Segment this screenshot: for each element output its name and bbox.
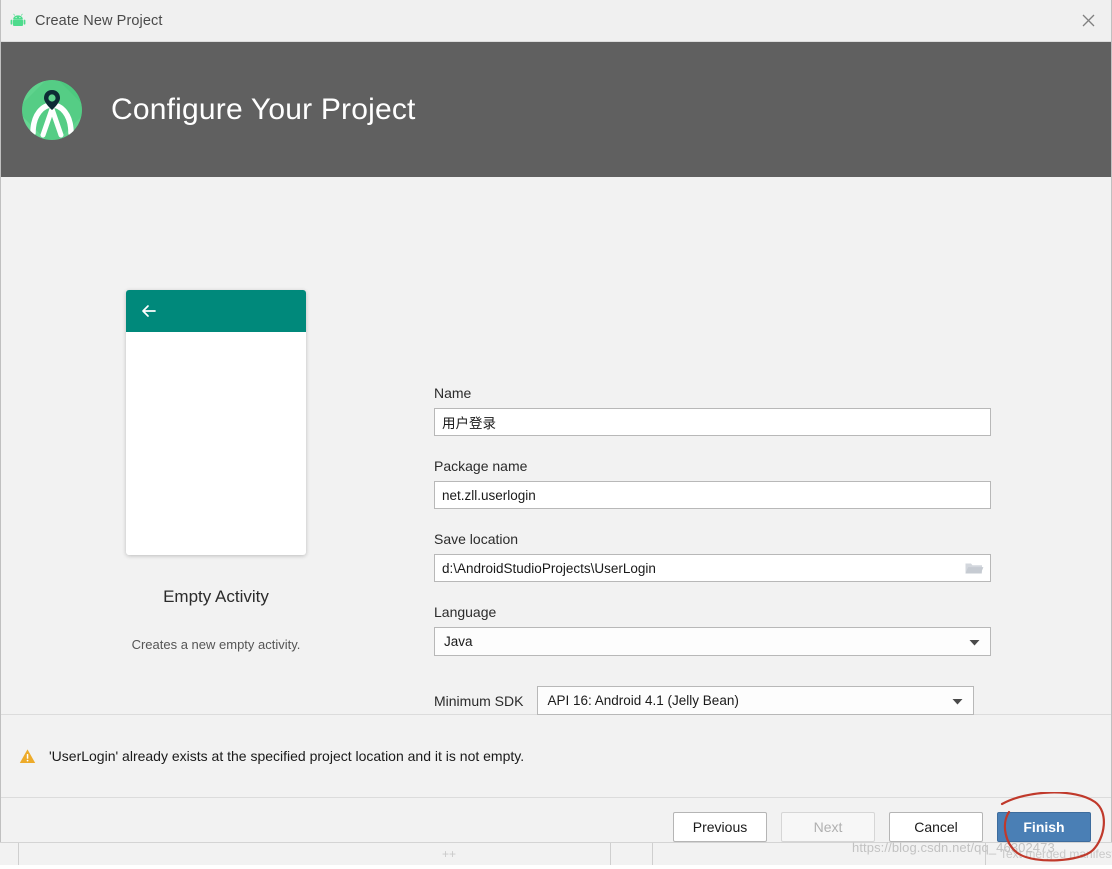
background-divider [610, 843, 611, 865]
cancel-button[interactable]: Cancel [889, 812, 983, 842]
android-studio-logo-icon [21, 79, 83, 141]
save-location-input[interactable]: d:\AndroidStudioProjects\UserLogin [434, 554, 991, 582]
activity-preview-card [126, 290, 306, 555]
background-divider [18, 843, 19, 865]
template-preview-panel: Empty Activity Creates a new empty activ… [1, 177, 431, 652]
background-divider [652, 843, 653, 865]
create-new-project-dialog: Create New Project Configure Your Projec… [0, 0, 1112, 856]
name-input-value: 用户登录 [442, 416, 496, 431]
minimum-sdk-label: Minimum SDK [434, 692, 524, 709]
chevron-down-icon [952, 693, 963, 708]
package-name-input[interactable]: net.zll.userlogin [434, 481, 991, 509]
preview-appbar [126, 290, 306, 332]
chevron-down-icon [969, 634, 980, 649]
previous-button[interactable]: Previous [673, 812, 767, 842]
dialog-body: Empty Activity Creates a new empty activ… [1, 177, 1111, 806]
language-select[interactable]: Java [434, 627, 991, 656]
save-location-input-value: d:\AndroidStudioProjects\UserLogin [442, 560, 656, 576]
warning-triangle-icon [19, 748, 36, 765]
minimum-sdk-select-value: API 16: Android 4.1 (Jelly Bean) [547, 693, 739, 708]
watermark-text: https://blog.csdn.net/qq_46302473 [852, 840, 1055, 855]
finish-button[interactable]: Finish [997, 812, 1091, 842]
template-description: Creates a new empty activity. [131, 637, 301, 652]
next-button: Next [781, 812, 875, 842]
package-name-label: Package name [434, 458, 528, 474]
folder-icon[interactable] [964, 560, 984, 576]
project-config-form: Name 用户登录 Package name net.zll.userlogin… [434, 177, 994, 806]
dialog-titlebar: Create New Project [1, 0, 1111, 42]
name-input[interactable]: 用户登录 [434, 408, 991, 436]
save-location-label: Save location [434, 531, 519, 547]
android-robot-icon [9, 12, 27, 30]
name-label: Name [434, 385, 472, 401]
dialog-title: Create New Project [35, 12, 163, 29]
package-name-input-value: net.zll.userlogin [442, 487, 536, 503]
template-name: Empty Activity [163, 587, 269, 606]
language-select-value: Java [444, 634, 473, 649]
close-icon[interactable] [1065, 0, 1111, 40]
language-label: Language [434, 604, 497, 620]
dialog-banner: Configure Your Project [1, 42, 1111, 177]
background-ghost-text-left: ++ [442, 847, 457, 861]
minimum-sdk-select[interactable]: API 16: Android 4.1 (Jelly Bean) [537, 686, 975, 715]
minimum-sdk-row: Minimum SDK API 16: Android 4.1 (Jelly B… [434, 686, 994, 715]
validation-warning: 'UserLogin' already exists at the specif… [1, 715, 1111, 798]
validation-warning-text: 'UserLogin' already exists at the specif… [49, 748, 525, 764]
back-arrow-icon [139, 301, 159, 321]
banner-title: Configure Your Project [111, 92, 416, 126]
